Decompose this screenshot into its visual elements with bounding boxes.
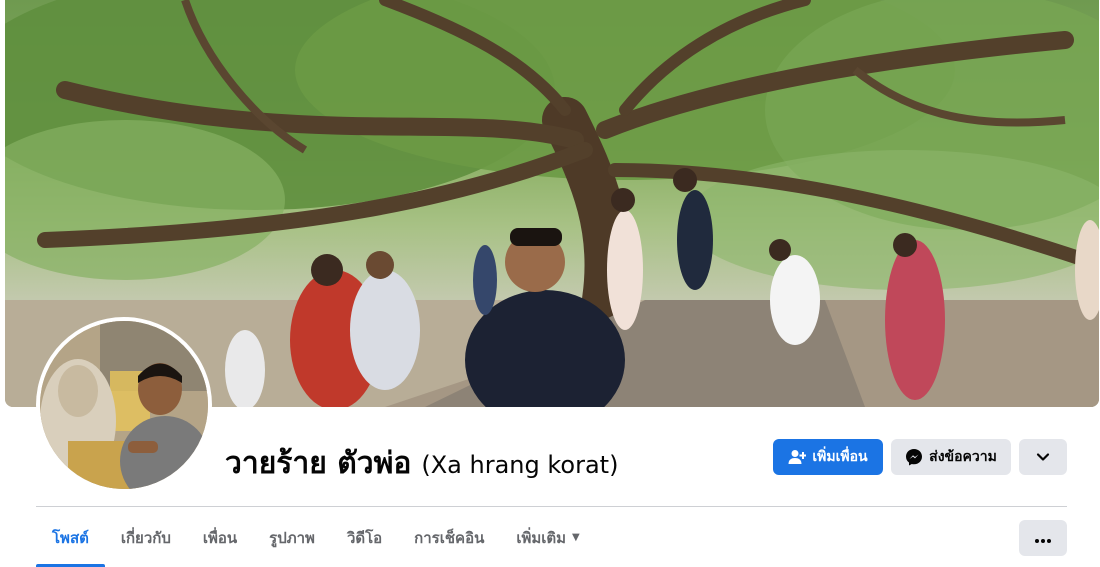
tab-friends[interactable]: เพื่อน <box>187 508 253 567</box>
chevron-down-icon <box>1036 452 1050 462</box>
message-label: ส่งข้อความ <box>929 449 997 465</box>
person-plus-icon <box>788 449 807 465</box>
message-button[interactable]: ส่งข้อความ <box>891 439 1011 475</box>
profile-name-row: วายร้าย ตัวพ่อ (Xa hrang korat) <box>225 440 619 481</box>
more-options-button[interactable] <box>1019 520 1067 556</box>
tab-label: เพื่อน <box>202 528 238 547</box>
tab-about[interactable]: เกี่ยวกับ <box>105 508 187 567</box>
tab-posts[interactable]: โพสต์ <box>36 508 105 567</box>
tab-more[interactable]: เพิ่มเติม ▼ <box>500 508 595 567</box>
profile-options-dropdown-button[interactable] <box>1019 439 1067 475</box>
tab-videos[interactable]: วิดีโอ <box>331 508 398 567</box>
add-friend-label: เพิ่มเพื่อน <box>812 449 868 465</box>
more-dots-icon <box>1034 529 1052 548</box>
tab-label: วิดีโอ <box>346 528 383 547</box>
tab-check-ins[interactable]: การเช็คอิน <box>398 508 500 567</box>
tab-label: โพสต์ <box>52 528 89 547</box>
tab-label: เกี่ยวกับ <box>120 528 171 547</box>
profile-alternate-name: (Xa hrang korat) <box>421 451 619 479</box>
tab-label: เพิ่มเติม <box>516 528 567 547</box>
profile-avatar[interactable] <box>36 317 212 493</box>
messenger-icon <box>905 448 923 466</box>
profile-name: วายร้าย ตัวพ่อ <box>225 446 412 481</box>
tab-label: รูปภาพ <box>269 528 315 547</box>
avatar-image <box>40 321 208 489</box>
header-divider <box>36 506 1067 507</box>
profile-tabs: โพสต์ เกี่ยวกับ เพื่อน รูปภาพ วิดีโอ การ… <box>36 508 596 567</box>
tab-photos[interactable]: รูปภาพ <box>253 508 331 567</box>
add-friend-button[interactable]: เพิ่มเพื่อน <box>773 439 883 475</box>
tab-label: การเช็คอิน <box>414 528 485 547</box>
caret-down-icon: ▼ <box>572 532 580 543</box>
